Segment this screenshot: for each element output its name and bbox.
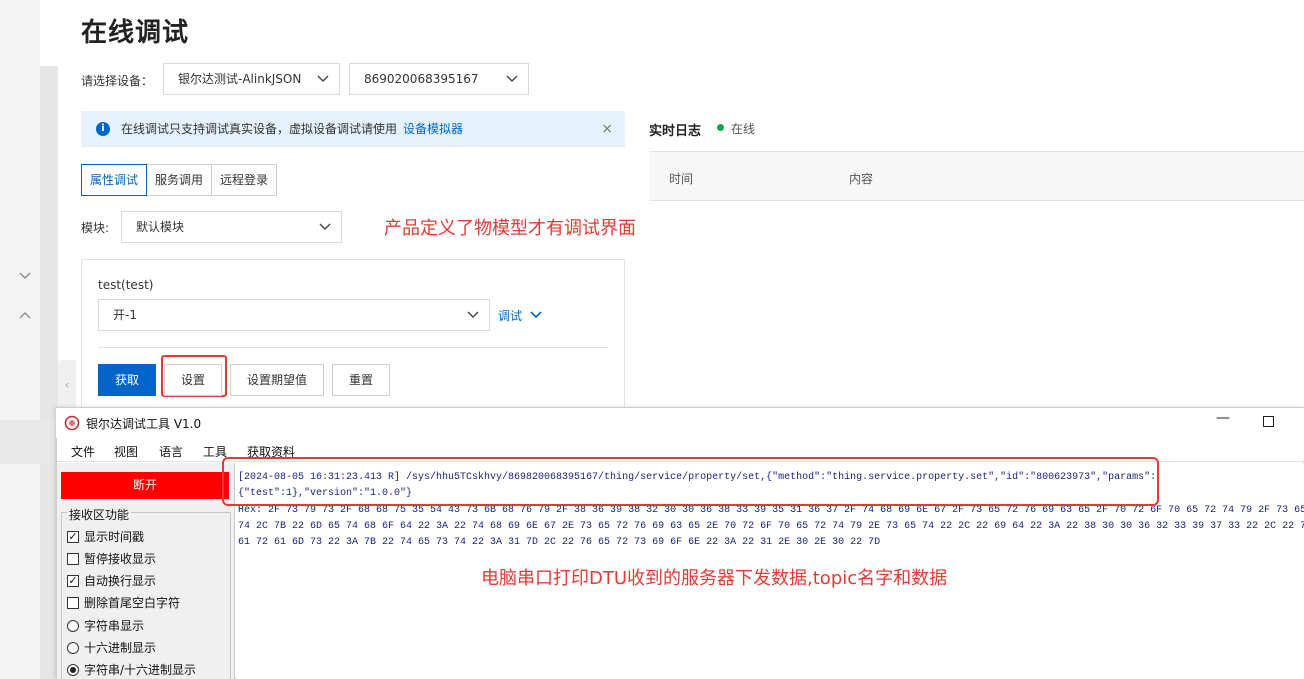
window-titlebar [56,408,1304,438]
menu-language[interactable]: 语言 [159,443,183,460]
option-show-timestamp[interactable]: ✓ 显示时间戳 [67,528,144,545]
option-pause-display[interactable]: 暂停接收显示 [67,550,156,567]
radio[interactable] [67,619,79,632]
option-label: 自动换行显示 [84,574,157,588]
option-trim-whitespace[interactable]: 删除首尾空白字符 [67,594,180,611]
property-value: 开-1 [113,308,137,322]
option-label: 暂停接收显示 [84,552,157,566]
panel-divider [98,347,608,348]
menu-view[interactable]: 视图 [114,443,138,460]
menu-file[interactable]: 文件 [71,443,95,460]
checkbox[interactable] [67,596,79,609]
option-label: 字符串/十六进制显示 [84,663,197,677]
property-value-select[interactable]: 开-1 [98,299,490,331]
chevron-down-icon [319,223,331,230]
device-select-value: 869020068395167 [364,72,479,86]
disconnect-button[interactable]: 断开 [61,472,229,499]
hex-line: 61 72 61 6D 73 22 3A 7B 22 74 65 73 74 2… [238,537,881,548]
tab-property-debug[interactable]: 属性调试 [81,164,148,196]
set-expected-button[interactable]: 设置期望值 [230,364,324,396]
property-name: test(test) [98,278,154,292]
log-col-time: 时间 [669,172,694,186]
info-icon: i [96,122,110,136]
hex-line: Hex: 2F 73 79 73 2F 68 68 75 35 54 43 73… [238,505,1304,516]
status-dot [717,124,724,131]
radio-selected[interactable] [67,663,79,676]
annotation-bottom: 电脑串口打印DTU收到的服务器下发数据,topic名字和数据 [481,568,948,589]
page-title: 在线调试 [81,18,190,48]
module-select[interactable]: 默认模块 [121,211,342,243]
option-hex-display[interactable]: 十六进制显示 [67,639,156,656]
option-label: 显示时间戳 [84,530,145,544]
chevron-down-icon[interactable] [17,267,33,283]
tab-service-call[interactable]: 服务调用 [146,164,213,196]
recv-options-title: 接收区功能 [67,506,132,523]
chevron-down-icon [467,311,479,318]
option-auto-wrap[interactable]: ✓ 自动换行显示 [67,572,156,589]
device-select-label: 请选择设备： [81,74,154,88]
app-icon [64,415,80,431]
option-label: 十六进制显示 [84,641,157,655]
annotation-top: 产品定义了物模型才有调试界面 [384,218,636,239]
realtime-log-title: 实时日志 [649,124,702,139]
highlight-box-recv [222,457,1159,506]
log-table-header [649,152,1304,201]
log-status: 在线 [731,122,756,136]
option-label: 删除首尾空白字符 [84,596,181,610]
module-label: 模块: [81,221,110,235]
checkbox[interactable] [67,552,79,565]
maximize-icon[interactable] [1263,416,1274,427]
debug-tabs: 属性调试 服务调用 远程登录 [81,164,278,196]
option-string-hex-display[interactable]: 字符串/十六进制显示 [67,661,196,678]
get-button[interactable]: 获取 [98,364,156,396]
chevron-down-icon [317,75,329,82]
device-select[interactable]: 869020068395167 [349,63,529,95]
radio[interactable] [67,641,79,654]
left-gutter [0,0,40,679]
notice-text: 在线调试只支持调试真实设备，虚拟设备调试请使用 [121,122,398,136]
left-gutter-strip [0,420,58,464]
log-col-content: 内容 [849,172,874,186]
device-simulator-link[interactable]: 设备模拟器 [403,122,463,136]
collapse-handle[interactable]: ‹ [58,360,76,410]
set-button[interactable]: 设置 [164,364,222,396]
debug-dropdown[interactable]: 调试 [498,307,542,324]
chevron-down-icon [506,75,518,82]
window-title: 银尔达调试工具 V1.0 [86,417,202,431]
module-select-value: 默认模块 [136,220,185,234]
product-select[interactable]: 银尔达测试-AlinkJSON [163,63,340,95]
hex-line: 74 2C 7B 22 6D 65 74 68 6F 64 22 3A 22 7… [238,521,1304,532]
minimize-icon[interactable]: — [1216,410,1230,426]
chevron-up-icon[interactable] [17,308,33,324]
debug-label: 调试 [498,309,523,323]
option-string-display[interactable]: 字符串显示 [67,617,144,634]
notice-banner: i 在线调试只支持调试真实设备，虚拟设备调试请使用 设备模拟器 × [81,111,625,147]
reset-button[interactable]: 重置 [332,364,390,396]
chevron-down-icon [530,311,542,319]
option-label: 字符串显示 [84,619,145,633]
close-icon[interactable]: × [601,111,613,147]
checkbox-checked[interactable]: ✓ [67,530,79,543]
checkbox-checked[interactable]: ✓ [67,574,79,587]
product-select-value: 银尔达测试-AlinkJSON [178,72,302,86]
tab-remote-login[interactable]: 远程登录 [211,164,278,196]
